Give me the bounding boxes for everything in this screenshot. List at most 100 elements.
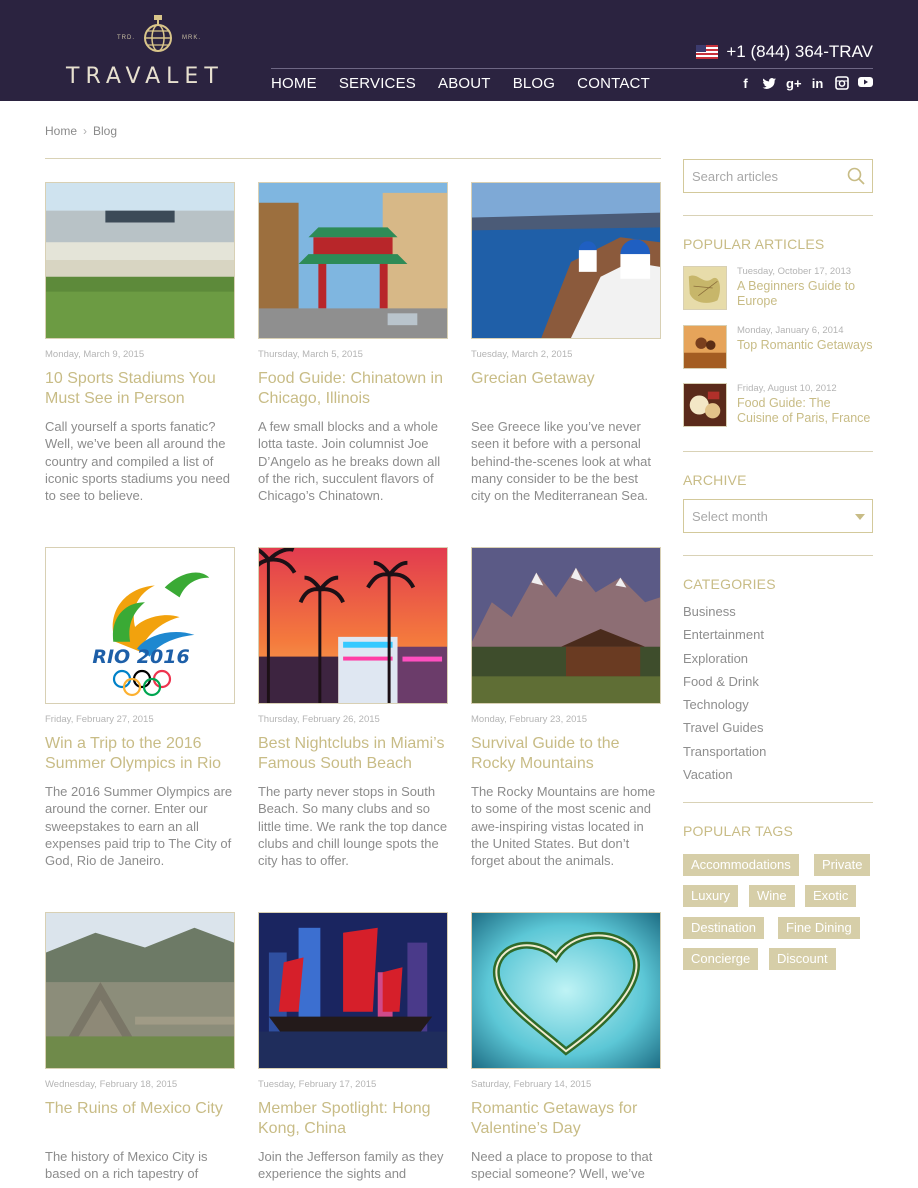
post-card[interactable]: RIO 2016 Friday, February 27, 2015 Win a… bbox=[45, 547, 235, 869]
nav-services[interactable]: SERVICES bbox=[339, 75, 416, 92]
nav-about[interactable]: ABOUT bbox=[438, 75, 491, 92]
popular-article-date: Monday, January 6, 2014 bbox=[737, 325, 844, 336]
tag[interactable]: Exotic bbox=[805, 885, 857, 907]
post-title[interactable]: Member Spotlight: Hong Kong, China bbox=[258, 1099, 448, 1143]
popular-article-title[interactable]: Food Guide: The Cuisine of Paris, France bbox=[737, 396, 873, 426]
post-date: Thursday, March 5, 2015 bbox=[258, 349, 363, 360]
nav-blog[interactable]: BLOG bbox=[513, 75, 555, 92]
search-box[interactable] bbox=[683, 159, 873, 193]
post-title[interactable]: Win a Trip to the 2016 Summer Olympics i… bbox=[45, 734, 235, 778]
youtube-icon[interactable] bbox=[858, 76, 873, 91]
post-image-miami[interactable] bbox=[258, 547, 448, 704]
breadcrumb-home[interactable]: Home bbox=[45, 124, 77, 138]
content-divider bbox=[45, 158, 661, 159]
popular-article-thumb-couple[interactable] bbox=[683, 325, 727, 369]
tag[interactable]: Discount bbox=[769, 948, 836, 970]
post-excerpt: A few small blocks and a whole lotta tas… bbox=[258, 419, 441, 504]
post-image-rockies[interactable] bbox=[471, 547, 661, 704]
category-item[interactable]: Exploration bbox=[683, 647, 766, 670]
popular-article-date: Tuesday, October 17, 2013 bbox=[737, 266, 852, 277]
main-nav: HOME SERVICES ABOUT BLOG CONTACT bbox=[271, 75, 650, 92]
post-card[interactable]: Wednesday, February 18, 2015 The Ruins o… bbox=[45, 912, 235, 1183]
category-item[interactable]: Entertainment bbox=[683, 623, 766, 646]
tag[interactable]: Private bbox=[814, 854, 871, 876]
instagram-icon[interactable] bbox=[834, 76, 849, 91]
popular-article-thumb-map[interactable] bbox=[683, 266, 727, 310]
post-image-heart-island[interactable] bbox=[471, 912, 661, 1069]
site-header: TRD. MRK. TRAVALET +1 (844) 364-TRAV HOM… bbox=[0, 0, 918, 101]
post-card[interactable]: Monday, March 9, 2015 10 Sports Stadiums… bbox=[45, 182, 235, 504]
breadcrumb-current: Blog bbox=[93, 124, 118, 138]
post-title[interactable]: Food Guide: Chinatown in Chicago, Illino… bbox=[258, 369, 448, 413]
post-image-stadium[interactable] bbox=[45, 182, 235, 339]
post-title[interactable]: Survival Guide to the Rocky Mountains bbox=[471, 734, 661, 778]
popular-article-date: Friday, August 10, 2012 bbox=[737, 383, 837, 394]
popular-article-title[interactable]: A Beginners Guide to Europe bbox=[737, 279, 873, 309]
popular-article-title[interactable]: Top Romantic Getaways bbox=[737, 338, 873, 353]
post-card[interactable]: Thursday, March 5, 2015 Food Guide: Chin… bbox=[258, 182, 448, 504]
category-item[interactable]: Vacation bbox=[683, 763, 766, 786]
post-title[interactable]: Best Nightclubs in Miami’s Famous South … bbox=[258, 734, 448, 778]
post-image-rio-logo[interactable]: RIO 2016 bbox=[45, 547, 235, 704]
post-date: Friday, February 27, 2015 bbox=[45, 714, 154, 725]
post-image-mexico-ruins[interactable] bbox=[45, 912, 235, 1069]
category-item[interactable]: Technology bbox=[683, 693, 766, 716]
chevron-down-icon bbox=[855, 514, 865, 520]
logo[interactable]: TRD. MRK. TRAVALET bbox=[66, 12, 252, 92]
popular-article[interactable]: Tuesday, October 17, 2013 A Beginners Gu… bbox=[683, 266, 873, 312]
category-item[interactable]: Travel Guides bbox=[683, 716, 766, 739]
post-date: Tuesday, February 17, 2015 bbox=[258, 1079, 377, 1090]
tag[interactable]: Destination bbox=[683, 917, 765, 939]
post-date: Monday, March 9, 2015 bbox=[45, 349, 145, 360]
sidebar-divider bbox=[683, 215, 873, 216]
twitter-icon[interactable] bbox=[762, 76, 777, 91]
post-card[interactable]: Tuesday, March 2, 2015 Grecian Getaway S… bbox=[471, 182, 661, 504]
google-plus-icon[interactable]: g+ bbox=[786, 76, 802, 91]
search-input[interactable] bbox=[684, 160, 834, 192]
post-date: Tuesday, March 2, 2015 bbox=[471, 349, 573, 360]
post-card[interactable]: Saturday, February 14, 2015 Romantic Get… bbox=[471, 912, 661, 1183]
post-excerpt: The history of Mexico City is based on a… bbox=[45, 1149, 208, 1182]
categories-heading: CATEGORIES bbox=[683, 576, 776, 592]
us-flag-icon bbox=[696, 45, 719, 59]
post-image-greece[interactable] bbox=[471, 182, 661, 339]
nav-divider bbox=[271, 68, 873, 69]
tag[interactable]: Wine bbox=[749, 885, 795, 907]
nav-home[interactable]: HOME bbox=[271, 75, 317, 92]
category-item[interactable]: Transportation bbox=[683, 740, 766, 763]
popular-article-thumb-food[interactable] bbox=[683, 383, 727, 427]
phone-number[interactable]: +1 (844) 364-TRAV bbox=[726, 42, 873, 62]
post-title[interactable]: Grecian Getaway bbox=[471, 369, 661, 413]
post-card[interactable]: Thursday, February 26, 2015 Best Nightcl… bbox=[258, 547, 448, 869]
popular-article[interactable]: Monday, January 6, 2014 Top Romantic Get… bbox=[683, 325, 873, 371]
post-card[interactable]: Tuesday, February 17, 2015 Member Spotli… bbox=[258, 912, 448, 1183]
search-icon[interactable] bbox=[847, 167, 865, 185]
post-excerpt: The party never stops in South Beach. So… bbox=[258, 784, 448, 869]
archive-select[interactable]: Select month bbox=[683, 499, 873, 533]
post-date: Saturday, February 14, 2015 bbox=[471, 1079, 592, 1090]
facebook-icon[interactable]: f bbox=[738, 76, 753, 91]
archive-heading: ARCHIVE bbox=[683, 472, 747, 488]
category-item[interactable]: Business bbox=[683, 600, 766, 623]
tag[interactable]: Fine Dining bbox=[778, 917, 860, 939]
linkedin-icon[interactable]: in bbox=[810, 76, 825, 91]
popular-article[interactable]: Friday, August 10, 2012 Food Guide: The … bbox=[683, 383, 873, 429]
post-image-hong-kong[interactable] bbox=[258, 912, 448, 1069]
post-title[interactable]: Romantic Getaways for Valentine’s Day bbox=[471, 1099, 661, 1143]
post-image-chinatown[interactable] bbox=[258, 182, 448, 339]
phone-contact[interactable]: +1 (844) 364-TRAV bbox=[696, 42, 873, 62]
post-excerpt: Join the Jefferson family as they experi… bbox=[258, 1149, 444, 1182]
post-excerpt: The 2016 Summer Olympics are around the … bbox=[45, 784, 233, 869]
olympic-rings-icon bbox=[112, 669, 172, 697]
post-title[interactable]: 10 Sports Stadiums You Must See in Perso… bbox=[45, 369, 235, 413]
sidebar-divider bbox=[683, 802, 873, 803]
sidebar-divider bbox=[683, 451, 873, 452]
post-card[interactable]: Monday, February 23, 2015 Survival Guide… bbox=[471, 547, 661, 869]
tag[interactable]: Concierge bbox=[683, 948, 759, 970]
post-title[interactable]: The Ruins of Mexico City bbox=[45, 1099, 235, 1143]
nav-contact[interactable]: CONTACT bbox=[577, 75, 650, 92]
tag[interactable]: Accommodations bbox=[683, 854, 799, 876]
post-date: Monday, February 23, 2015 bbox=[471, 714, 588, 725]
tag[interactable]: Luxury bbox=[683, 885, 739, 907]
category-item[interactable]: Food & Drink bbox=[683, 670, 766, 693]
